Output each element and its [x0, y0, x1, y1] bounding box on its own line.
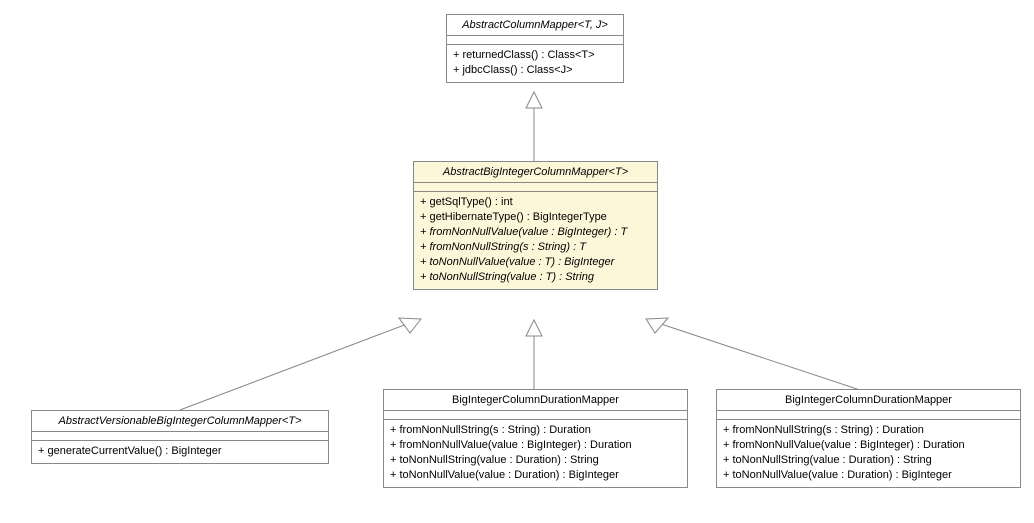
- method-abstract: + fromNonNullString(s : String) : T: [420, 240, 651, 255]
- class-title: BigIntegerColumnDurationMapper: [717, 390, 1020, 411]
- class-attributes-empty: [384, 411, 687, 420]
- method: + fromNonNullValue(value : BigInteger) :…: [390, 438, 681, 453]
- class-title: BigIntegerColumnDurationMapper: [384, 390, 687, 411]
- class-methods: + fromNonNullString(s : String) : Durati…: [384, 420, 687, 487]
- class-methods: + getSqlType() : int + getHibernateType(…: [414, 192, 657, 289]
- class-methods: + generateCurrentValue() : BigInteger: [32, 441, 328, 463]
- method: + generateCurrentValue() : BigInteger: [38, 444, 322, 459]
- class-attributes-empty: [32, 432, 328, 441]
- class-attributes-empty: [447, 36, 623, 45]
- class-biginteger-column-duration-mapper-2[interactable]: BigIntegerColumnDurationMapper + fromNon…: [716, 389, 1021, 488]
- class-attributes-empty: [414, 183, 657, 192]
- class-abstract-column-mapper[interactable]: AbstractColumnMapper<T, J> + returnedCla…: [446, 14, 624, 83]
- method: + fromNonNullValue(value : BigInteger) :…: [723, 438, 1014, 453]
- class-methods: + returnedClass() : Class<T> + jdbcClass…: [447, 45, 623, 82]
- method: + getHibernateType() : BigIntegerType: [420, 210, 651, 225]
- method-abstract: + fromNonNullValue(value : BigInteger) :…: [420, 225, 651, 240]
- class-abstract-biginteger-column-mapper[interactable]: AbstractBigIntegerColumnMapper<T> + getS…: [413, 161, 658, 290]
- class-methods: + fromNonNullString(s : String) : Durati…: [717, 420, 1020, 487]
- class-title: AbstractBigIntegerColumnMapper<T>: [414, 162, 657, 183]
- class-title: AbstractColumnMapper<T, J>: [447, 15, 623, 36]
- method: + toNonNullValue(value : Duration) : Big…: [723, 468, 1014, 483]
- class-biginteger-column-duration-mapper[interactable]: BigIntegerColumnDurationMapper + fromNon…: [383, 389, 688, 488]
- method: + jdbcClass() : Class<J>: [453, 63, 617, 78]
- method: + fromNonNullString(s : String) : Durati…: [390, 423, 681, 438]
- method: + returnedClass() : Class<T>: [453, 48, 617, 63]
- method: + fromNonNullString(s : String) : Durati…: [723, 423, 1014, 438]
- class-abstract-versionable-biginteger-column-mapper[interactable]: AbstractVersionableBigIntegerColumnMappe…: [31, 410, 329, 464]
- method: + toNonNullString(value : Duration) : St…: [390, 453, 681, 468]
- class-title: AbstractVersionableBigIntegerColumnMappe…: [32, 411, 328, 432]
- method: + toNonNullString(value : Duration) : St…: [723, 453, 1014, 468]
- method-abstract: + toNonNullString(value : T) : String: [420, 270, 651, 285]
- class-attributes-empty: [717, 411, 1020, 420]
- method: + getSqlType() : int: [420, 195, 651, 210]
- method: + toNonNullValue(value : Duration) : Big…: [390, 468, 681, 483]
- method-abstract: + toNonNullValue(value : T) : BigInteger: [420, 255, 651, 270]
